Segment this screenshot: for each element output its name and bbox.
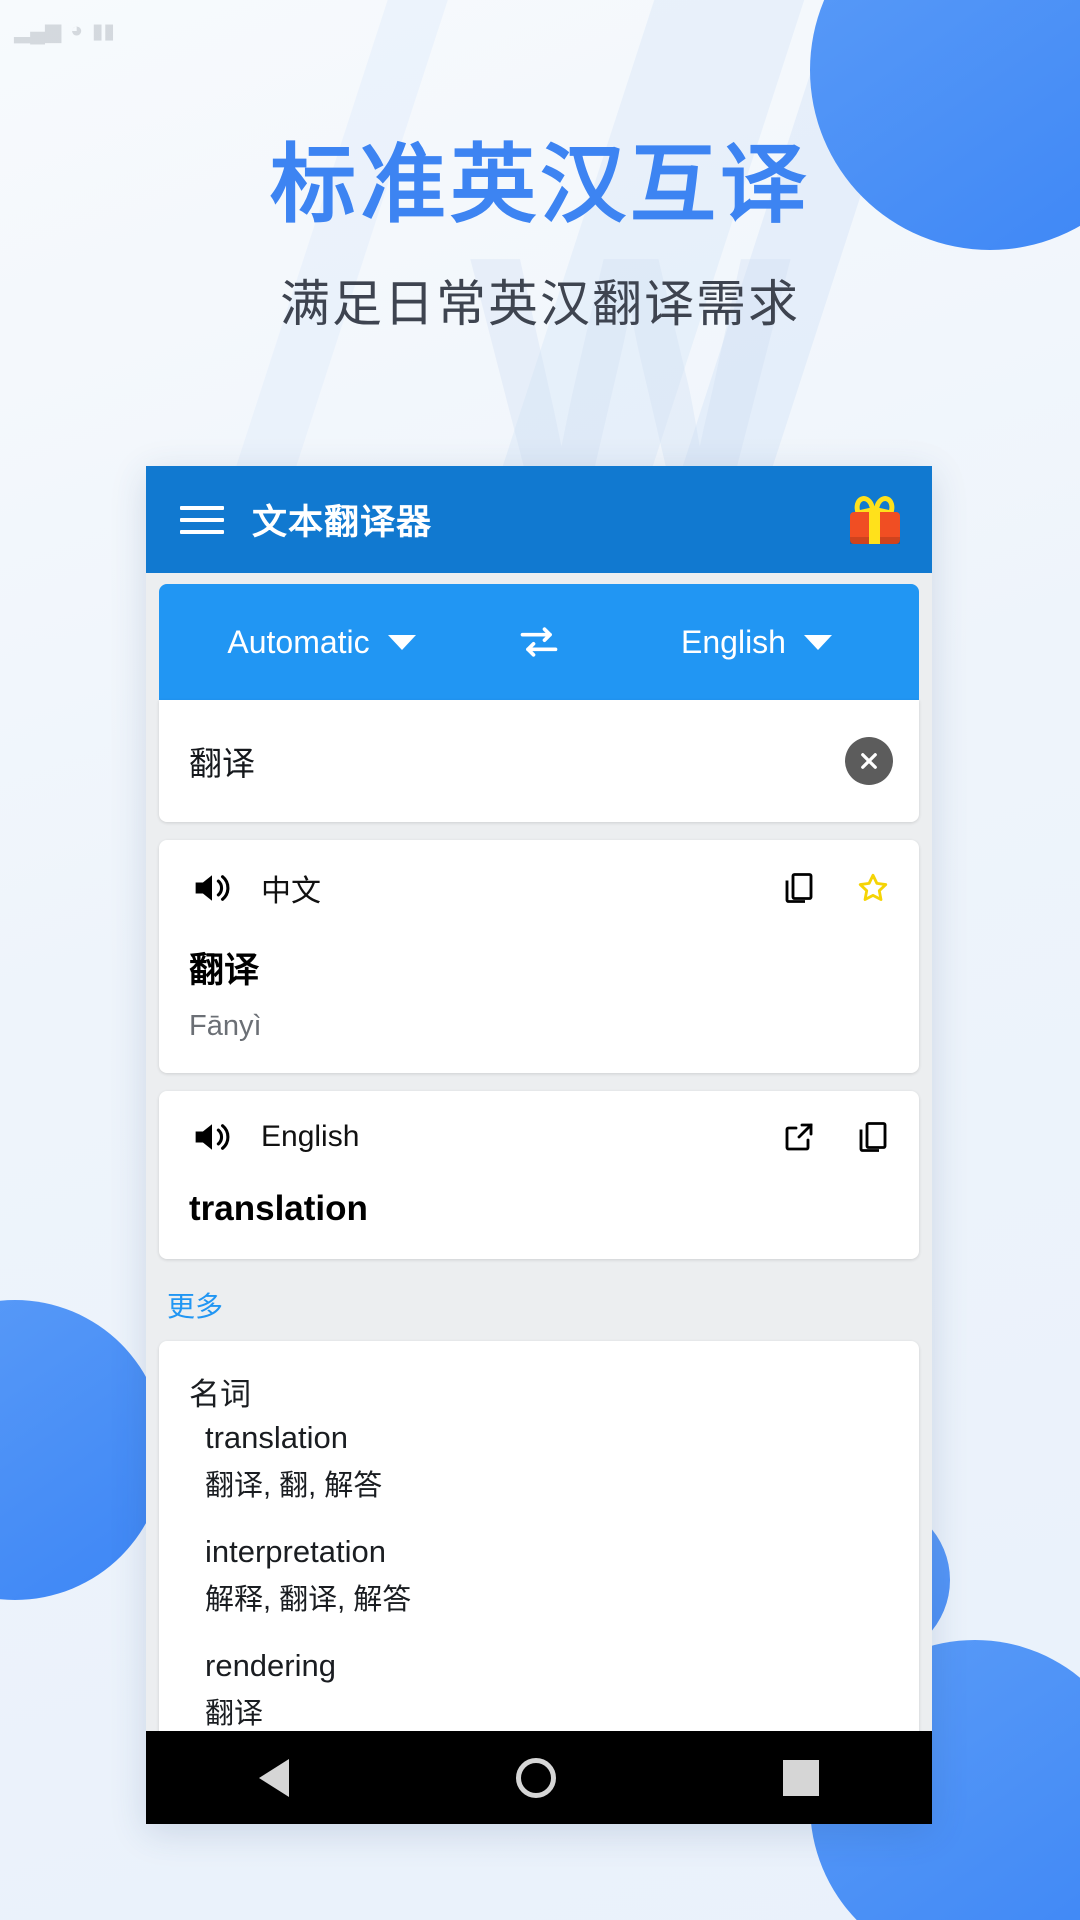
result-actions [781,870,891,906]
chevron-down-icon [803,634,832,650]
dictionary-card: 名词 translation 翻译, 翻, 解答 interpretation … [159,1341,919,1731]
target-language-label: English [681,623,786,660]
status-bar-icons: ▂▄▆ ◕ ▮▮ [14,19,115,44]
dictionary-definitions: 解释, 翻译, 解答 [205,1584,412,1616]
target-language-selector[interactable]: English [594,624,919,661]
language-selector-bar: Automatic English [159,584,919,700]
dictionary-definitions: 翻译, 翻, 解答 [205,1470,383,1502]
result-card-english: English translation [159,1091,919,1259]
dictionary-word: interpretation [205,1534,386,1569]
source-language-label: Automatic [227,623,370,660]
chevron-down-icon [387,634,416,650]
swap-horizontal-icon [520,627,558,657]
status-bar: ▂▄▆ ◕ ▮▮ [0,10,1080,52]
home-circle-icon[interactable] [515,1757,556,1798]
translation-input-row[interactable]: 翻译 [159,700,919,822]
copy-icon[interactable] [781,870,817,906]
signal-icon: ▂▄▆ [14,19,62,43]
hero-subtitle: 满足日常英汉翻译需求 [280,276,800,333]
battery-icon: ▮▮ [91,19,115,43]
result-language-label: 中文 [261,875,321,908]
phone-mockup: 文本翻译器 Automatic English 翻译 中文 翻译 Fānyì E… [146,466,932,1824]
android-navigation-bar [146,1731,932,1824]
result-text: 翻译 [189,951,260,990]
star-icon[interactable] [855,870,891,906]
dictionary-entry: translation 翻译, 翻, 解答 [189,1420,889,1504]
more-section: 更多 [159,1259,919,1341]
clear-button[interactable] [845,737,893,785]
dictionary-entry: interpretation 解释, 翻译, 解答 [189,1534,889,1618]
dictionary-word: translation [205,1420,349,1455]
hamburger-menu-icon[interactable] [180,505,224,534]
speaker-icon[interactable] [189,1117,235,1157]
hero-title: 标准英汉互译 [270,137,810,233]
part-of-speech-label: 名词 [189,1377,251,1412]
result-card-chinese: 中文 翻译 Fānyì [159,840,919,1073]
dictionary-entry: rendering 翻译 [189,1648,889,1731]
source-language-selector[interactable]: Automatic [159,624,484,661]
result-pinyin: Fānyì [189,1010,262,1042]
app-title: 文本翻译器 [252,503,433,542]
dictionary-word: rendering [205,1648,336,1683]
recents-square-icon[interactable] [782,1759,819,1796]
wifi-icon: ◕ [70,19,83,42]
open-external-icon[interactable] [781,1119,817,1155]
app-bar: 文本翻译器 [146,466,932,573]
more-link[interactable]: 更多 [167,1285,223,1325]
speaker-icon[interactable] [189,868,235,908]
result-header: 中文 [189,866,891,910]
back-triangle-icon[interactable] [259,1758,290,1797]
search-input[interactable]: 翻译 [189,737,845,785]
app-content: Automatic English 翻译 中文 翻译 Fānyì English… [146,573,932,1731]
result-language-label: English [261,1120,360,1153]
gift-icon[interactable] [848,493,902,545]
result-actions [781,1119,891,1155]
decorative-blob-bottom-left [0,1300,165,1600]
result-header: English [189,1117,891,1157]
swap-languages-button[interactable] [484,620,594,664]
dictionary-definitions: 翻译 [205,1698,264,1730]
result-text: translation [189,1189,368,1228]
clear-circle-icon [861,753,877,769]
copy-icon[interactable] [855,1119,891,1155]
